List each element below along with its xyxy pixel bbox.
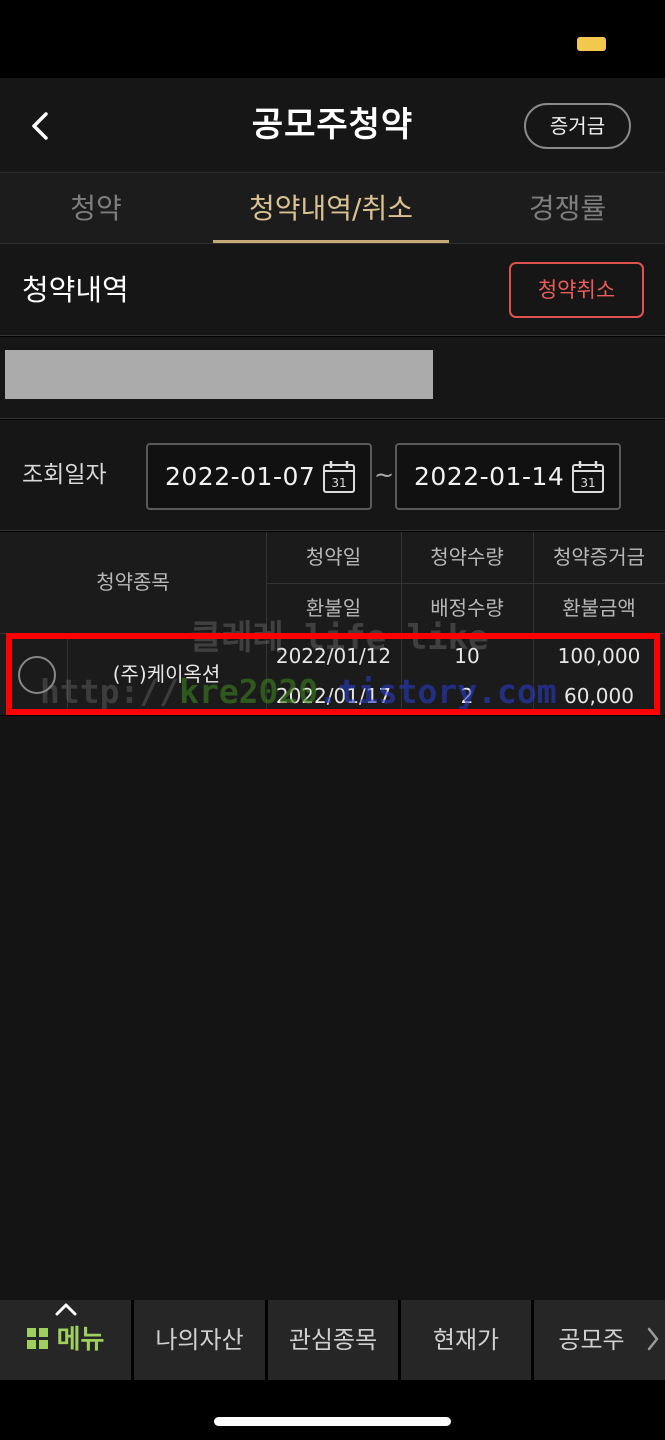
header-deposit: 청약증거금 bbox=[553, 545, 645, 569]
home-indicator[interactable] bbox=[214, 1417, 451, 1426]
row-deposit: 100,000 bbox=[557, 644, 641, 668]
start-date-value: 2022-01-07 bbox=[165, 462, 316, 491]
account-selector[interactable] bbox=[0, 337, 665, 419]
row-subscription-qty: 10 bbox=[454, 644, 480, 668]
row-refund-date: 2022/01/17 bbox=[275, 684, 392, 708]
row-item-name[interactable]: (주)케이옥션 bbox=[67, 633, 266, 715]
date-query-row: 조회일자 2022-01-07 31 ~ 2022-01-14 31 bbox=[0, 420, 665, 531]
deposit-button[interactable]: 증거금 bbox=[524, 103, 631, 149]
header-refund-amount: 환불금액 bbox=[562, 596, 636, 620]
tab-competition-rate[interactable]: 경쟁률 bbox=[470, 173, 665, 244]
header-subscription-date: 청약일 bbox=[305, 545, 362, 569]
section-title: 청약내역 bbox=[22, 273, 129, 307]
row-refund-amount: 60,000 bbox=[564, 684, 634, 708]
tab-history-cancel[interactable]: 청약내역/취소 bbox=[192, 173, 470, 244]
nav-my-assets[interactable]: 나의자산 bbox=[134, 1300, 265, 1380]
grid-icon bbox=[26, 1327, 48, 1349]
back-button[interactable] bbox=[22, 106, 62, 146]
history-section-header: 청약내역 청약취소 bbox=[0, 244, 665, 336]
query-date-label: 조회일자 bbox=[22, 462, 107, 488]
app-header: 공모주청약 증거금 bbox=[0, 78, 665, 173]
nav-watchlist[interactable]: 관심종목 bbox=[268, 1300, 398, 1380]
row-select-radio[interactable] bbox=[18, 656, 56, 694]
battery-icon bbox=[577, 37, 606, 51]
nav-menu-label: 메뉴 bbox=[56, 1325, 105, 1355]
account-mask bbox=[5, 350, 433, 399]
row-allocated-qty: 2 bbox=[460, 684, 474, 708]
cancel-subscription-button[interactable]: 청약취소 bbox=[509, 262, 644, 318]
start-date-field[interactable]: 2022-01-07 31 bbox=[146, 443, 372, 510]
tab-bar: 청약 청약내역/취소 경쟁률 bbox=[0, 173, 665, 244]
date-range-separator: ~ bbox=[374, 461, 395, 489]
subscription-table: 청약종목 청약일 청약수량 청약증거금 환불일 배정수량 환불금액 (주)케이옥… bbox=[0, 532, 665, 715]
tab-subscribe[interactable]: 청약 bbox=[0, 173, 192, 244]
header-allocated-qty: 배정수량 bbox=[430, 596, 504, 620]
calendar-icon[interactable]: 31 bbox=[571, 460, 605, 494]
svg-text:31: 31 bbox=[580, 476, 595, 490]
chevron-left-icon bbox=[32, 112, 48, 140]
home-bar-area bbox=[0, 1380, 665, 1440]
header-item: 청약종목 bbox=[96, 570, 170, 594]
status-bar bbox=[0, 0, 665, 78]
content-area bbox=[0, 716, 665, 1300]
chevron-right-icon[interactable] bbox=[646, 1326, 660, 1352]
header-subscription-qty: 청약수량 bbox=[430, 545, 504, 569]
bottom-nav: 메뉴 나의자산 관심종목 현재가 공모주 bbox=[0, 1300, 665, 1380]
end-date-field[interactable]: 2022-01-14 31 bbox=[395, 443, 621, 510]
svg-text:31: 31 bbox=[331, 476, 346, 490]
nav-current-price[interactable]: 현재가 bbox=[401, 1300, 531, 1380]
end-date-value: 2022-01-14 bbox=[414, 462, 565, 491]
header-refund-date: 환불일 bbox=[305, 596, 362, 620]
calendar-icon[interactable]: 31 bbox=[322, 460, 356, 494]
chevron-up-icon[interactable] bbox=[54, 1302, 78, 1316]
active-tab-indicator bbox=[213, 240, 449, 243]
row-subscription-date: 2022/01/12 bbox=[275, 644, 392, 668]
